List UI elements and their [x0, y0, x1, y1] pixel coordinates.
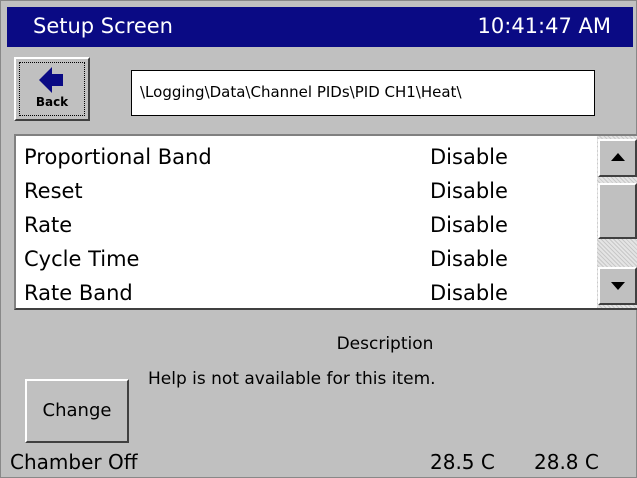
item-value: Disable	[430, 145, 508, 169]
change-button[interactable]: Change	[25, 379, 129, 443]
description-header: Description	[336, 334, 434, 354]
window-title: Setup Screen	[33, 14, 173, 38]
scroll-thumb[interactable]	[598, 183, 637, 239]
scroll-up-button[interactable]	[598, 139, 637, 177]
triangle-down-icon	[611, 282, 625, 290]
vertical-scrollbar[interactable]	[597, 136, 637, 308]
left-arrow-icon	[39, 67, 63, 93]
list-item[interactable]: Rate Band Disable	[24, 278, 584, 312]
item-value: Disable	[430, 179, 508, 203]
list-item[interactable]: Reset Disable	[24, 176, 584, 210]
chamber-status: Chamber Off	[10, 450, 138, 474]
item-name: Proportional Band	[24, 145, 212, 169]
back-button[interactable]: Back	[14, 57, 90, 121]
clock: 10:41:47 AM	[477, 14, 611, 38]
item-value: Disable	[430, 213, 508, 237]
back-label: Back	[35, 95, 69, 109]
path-field: \Logging\Data\Channel PIDs\PID CH1\Heat\	[131, 70, 595, 116]
item-value: Disable	[430, 281, 508, 305]
triangle-up-icon	[611, 153, 625, 161]
list-item[interactable]: Cycle Time Disable	[24, 244, 584, 278]
temperature-reading-2: 28.8 C	[534, 450, 599, 474]
item-name: Cycle Time	[24, 247, 140, 271]
temperature-reading-1: 28.5 C	[430, 450, 495, 474]
setup-screen: Setup Screen 10:41:47 AM Back \Logging\D…	[0, 0, 637, 478]
list-item[interactable]: Rate Disable	[24, 210, 584, 244]
title-bar: Setup Screen 10:41:47 AM	[7, 7, 633, 47]
list-item[interactable]: Proportional Band Disable	[24, 142, 584, 176]
settings-rows: Proportional Band Disable Reset Disable …	[24, 142, 584, 312]
item-name: Rate Band	[24, 281, 133, 305]
item-name: Rate	[24, 213, 73, 237]
settings-list: Proportional Band Disable Reset Disable …	[14, 134, 637, 310]
description-text: Help is not available for this item.	[148, 369, 436, 389]
scroll-down-button[interactable]	[598, 267, 637, 305]
item-value: Disable	[430, 247, 508, 271]
item-name: Reset	[24, 179, 83, 203]
